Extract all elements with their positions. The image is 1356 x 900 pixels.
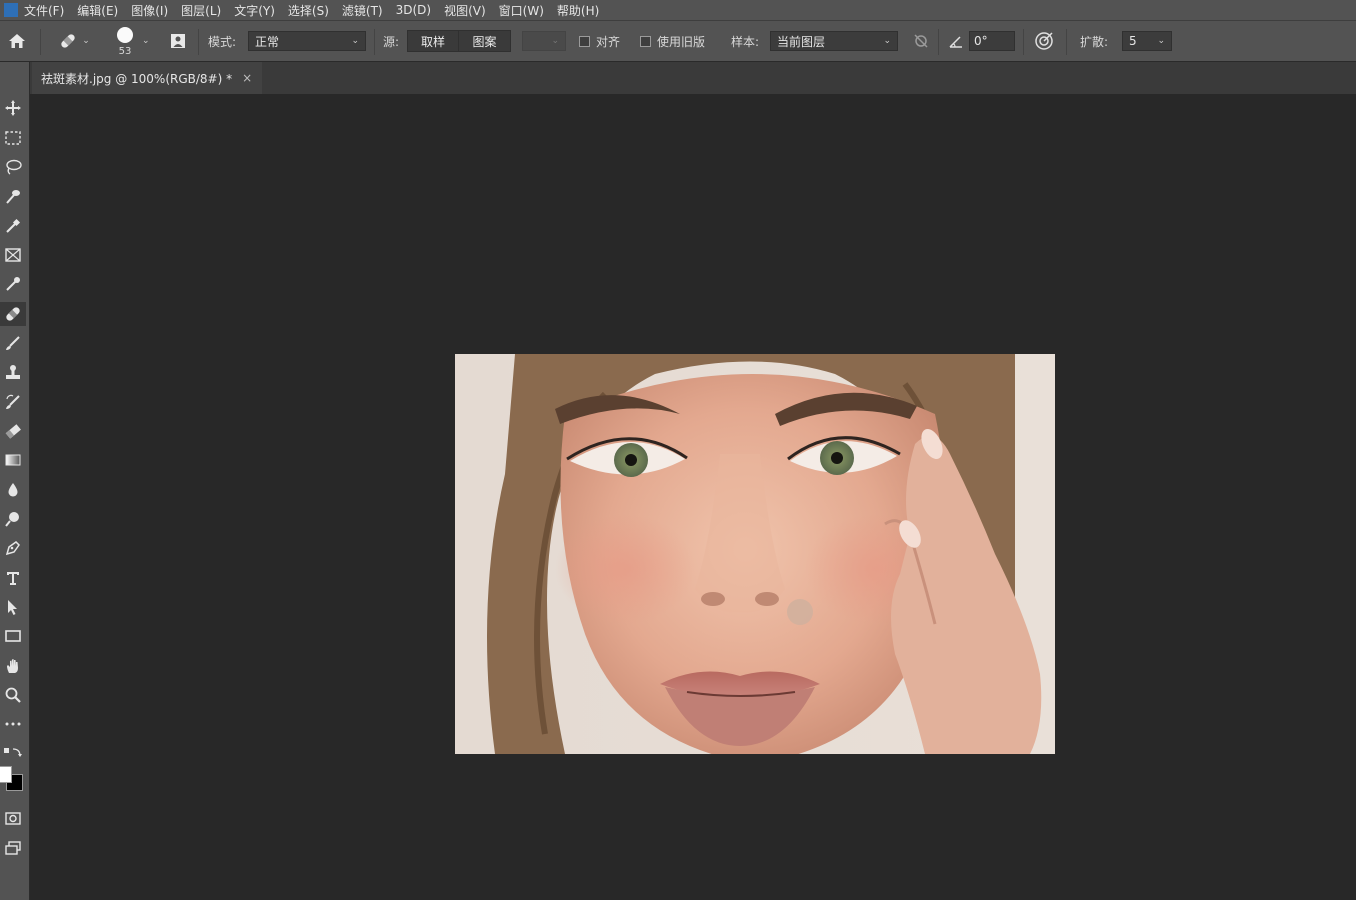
blur-tool-icon[interactable] [0, 478, 26, 502]
menu-bar: 文件(F) 编辑(E) 图像(I) 图层(L) 文字(Y) 选择(S) 滤镜(T… [0, 0, 1356, 20]
document-tab-title: 祛斑素材.jpg @ 100%(RGB/8#) * [41, 71, 233, 86]
legacy-label: 使用旧版 [657, 34, 706, 49]
frame-tool-icon[interactable] [0, 243, 26, 267]
source-label: 源: [383, 34, 400, 49]
source-sampled-button[interactable]: 取样 [407, 30, 459, 52]
color-sampler-tool-icon[interactable] [0, 272, 26, 296]
chevron-down-icon: ⌄ [142, 36, 150, 46]
menu-file[interactable]: 文件(F) [24, 2, 64, 19]
zoom-tool-icon[interactable] [0, 683, 26, 707]
angle-input[interactable]: 0° [969, 31, 1015, 51]
diffusion-select[interactable]: 5 ⌄ [1122, 31, 1172, 51]
menu-help[interactable]: 帮助(H) [557, 2, 599, 19]
rectangle-tool-icon[interactable] [0, 624, 26, 648]
app-logo-icon [4, 3, 18, 17]
align-label: 对齐 [596, 34, 621, 49]
chevron-down-icon: ⌄ [551, 36, 559, 46]
brush-tool-icon[interactable] [0, 331, 26, 355]
angle-icon [946, 21, 966, 61]
chevron-down-icon: ⌄ [82, 36, 90, 46]
swap-colors-icon[interactable] [2, 745, 26, 759]
document-image[interactable] [455, 354, 1055, 754]
menu-edit[interactable]: 编辑(E) [77, 2, 118, 19]
menu-window[interactable]: 窗口(W) [499, 2, 544, 19]
mode-value: 正常 [255, 34, 280, 49]
menu-type[interactable]: 文字(Y) [234, 2, 275, 19]
menu-3d[interactable]: 3D(D) [396, 3, 431, 17]
brush-size-value: 53 [118, 46, 132, 57]
pressure-size-icon[interactable] [1032, 21, 1056, 61]
document-tab-bar: 祛斑素材.jpg @ 100%(RGB/8#) * × [30, 62, 1356, 94]
quick-mask-icon[interactable] [0, 806, 26, 830]
type-tool-icon[interactable] [0, 566, 26, 590]
pattern-picker[interactable]: ⌄ [522, 31, 566, 51]
quick-select-tool-icon[interactable] [0, 184, 26, 208]
menu-image[interactable]: 图像(I) [131, 2, 168, 19]
menu-layer[interactable]: 图层(L) [181, 2, 221, 19]
clone-stamp-tool-icon[interactable] [0, 360, 26, 384]
brush-tip-icon [117, 27, 133, 43]
menu-select[interactable]: 选择(S) [288, 2, 329, 19]
ignore-adjustment-icon[interactable] [910, 21, 932, 61]
hand-tool-icon[interactable] [0, 654, 26, 678]
source-pattern-button[interactable]: 图案 [459, 30, 511, 52]
home-icon[interactable] [6, 21, 28, 61]
diffusion-label: 扩散: [1080, 34, 1109, 49]
tools-panel [0, 62, 30, 900]
brush-picker[interactable]: 53 ⌄ [112, 21, 158, 61]
align-checkbox[interactable] [579, 35, 590, 47]
sample-label: 样本: [731, 34, 760, 49]
bandage-icon [61, 34, 75, 48]
sample-value: 当前图层 [777, 34, 826, 49]
dodge-tool-icon[interactable] [0, 507, 26, 531]
chevron-down-icon: ⌄ [351, 36, 359, 46]
menu-view[interactable]: 视图(V) [444, 2, 486, 19]
eyedropper-tool-icon[interactable] [0, 214, 26, 238]
close-icon[interactable]: × [242, 71, 252, 85]
brush-settings-icon[interactable] [166, 21, 190, 61]
pen-tool-icon[interactable] [0, 536, 26, 560]
sample-select[interactable]: 当前图层 ⌄ [770, 31, 898, 51]
portrait-photo [455, 354, 1055, 754]
history-brush-tool-icon[interactable] [0, 390, 26, 414]
more-tools-icon[interactable] [0, 712, 26, 736]
legacy-checkbox[interactable] [640, 35, 651, 47]
foreground-color-swatch[interactable] [0, 766, 12, 783]
canvas-area[interactable] [30, 94, 1356, 900]
brush-cursor [787, 599, 813, 625]
menu-filter[interactable]: 滤镜(T) [342, 2, 383, 19]
tool-preset-picker[interactable]: ⌄ [52, 21, 96, 61]
marquee-tool-icon[interactable] [0, 126, 26, 150]
move-tool-icon[interactable] [0, 96, 26, 120]
mode-select[interactable]: 正常 ⌄ [248, 31, 366, 51]
path-select-tool-icon[interactable] [0, 595, 26, 619]
chevron-down-icon: ⌄ [883, 36, 891, 46]
lasso-tool-icon[interactable] [0, 155, 26, 179]
document-tab[interactable]: 祛斑素材.jpg @ 100%(RGB/8#) * × [32, 62, 262, 94]
gradient-tool-icon[interactable] [0, 448, 26, 472]
diffusion-value: 5 [1129, 34, 1137, 48]
options-bar: ⌄ 53 ⌄ 模式: 正常 ⌄ 源: 取样 图案 ⌄ 对齐 使用旧版 样本: 当… [0, 20, 1356, 62]
mode-label: 模式: [208, 34, 237, 49]
chevron-down-icon: ⌄ [1157, 36, 1165, 46]
healing-brush-tool-icon[interactable] [0, 302, 26, 326]
screen-mode-icon[interactable] [0, 836, 26, 860]
eraser-tool-icon[interactable] [0, 419, 26, 443]
